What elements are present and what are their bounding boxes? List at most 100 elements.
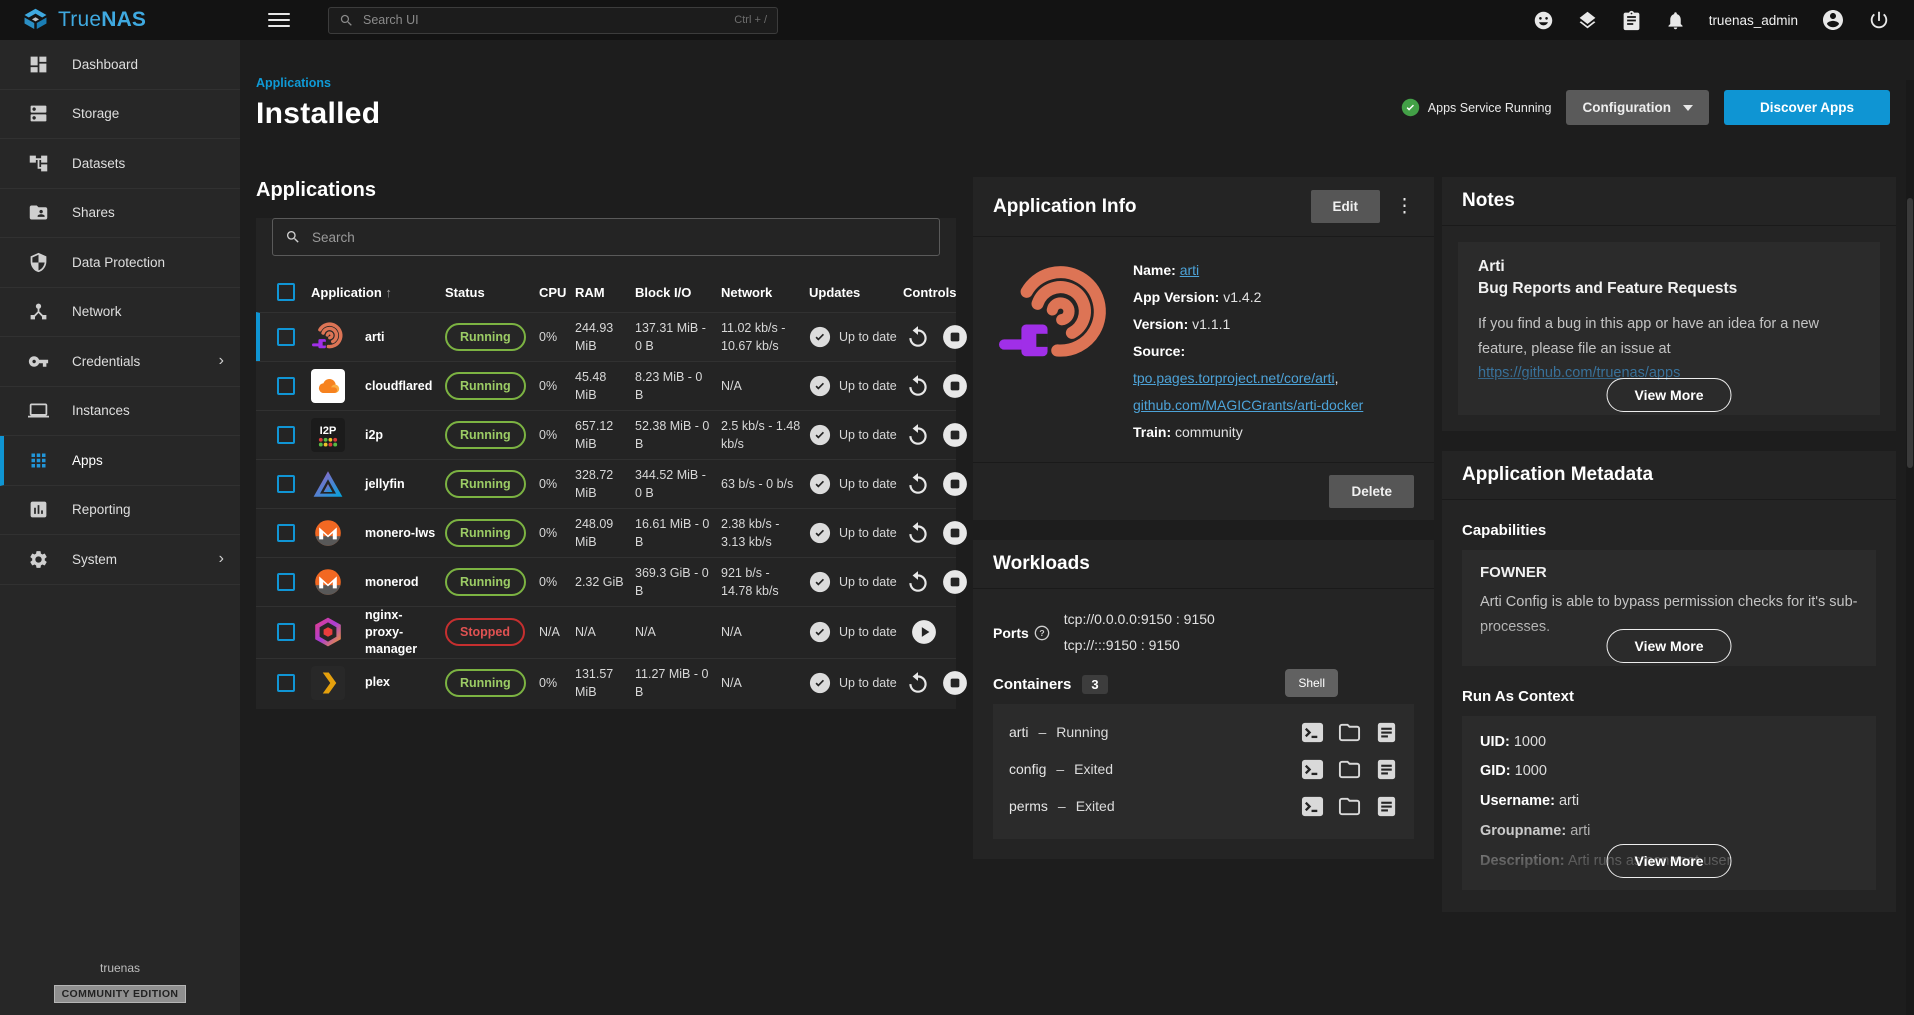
sidebar-item-instances[interactable]: Instances: [0, 387, 240, 437]
jobs-clipboard-icon[interactable]: [1621, 10, 1642, 31]
scrollbar[interactable]: [1906, 80, 1914, 1015]
global-search-input[interactable]: [363, 13, 725, 27]
sidebar-item-datasets[interactable]: Datasets: [0, 139, 240, 189]
sidebar-item-system[interactable]: System ›: [0, 535, 240, 585]
sidebar-item-dashboard[interactable]: Dashboard: [0, 40, 240, 90]
blockio-cell: 8.23 MiB - 0 B: [635, 368, 721, 404]
select-all-checkbox[interactable]: [277, 283, 295, 301]
sidebar-item-apps[interactable]: Apps: [0, 436, 240, 486]
cpu-cell: N/A: [539, 623, 575, 641]
restart-button[interactable]: [905, 324, 931, 350]
breadcrumb[interactable]: Applications: [256, 76, 331, 90]
application-metadata-title: Application Metadata: [1462, 464, 1653, 486]
source-link-torproject[interactable]: tpo.pages.torproject.net/core/arti: [1133, 370, 1335, 386]
row-checkbox[interactable]: [277, 524, 295, 542]
stop-button[interactable]: [942, 422, 968, 448]
run-as-context-card: UID: 1000 GID: 1000 Username: arti Group…: [1462, 716, 1876, 891]
col-blockio[interactable]: Block I/O: [635, 285, 721, 300]
power-icon[interactable]: [1868, 9, 1890, 31]
table-row-nginx-proxy-manager[interactable]: nginx-proxy-manager Stopped N/A N/A N/A …: [256, 606, 956, 658]
container-status: Exited: [1076, 798, 1115, 814]
row-checkbox[interactable]: [277, 426, 295, 444]
logs-button[interactable]: [1375, 721, 1398, 744]
restart-button[interactable]: [905, 569, 931, 595]
stop-button[interactable]: [942, 670, 968, 696]
brand-text: TrueNAS: [58, 8, 146, 32]
restart-button[interactable]: [905, 670, 931, 696]
sidebar-item-network[interactable]: Network: [0, 288, 240, 338]
restart-button[interactable]: [905, 471, 931, 497]
shell-button[interactable]: [1301, 758, 1324, 781]
kebab-menu-icon[interactable]: ⋮: [1395, 197, 1414, 216]
delete-button[interactable]: Delete: [1329, 475, 1414, 508]
app-name-link[interactable]: arti: [1180, 262, 1199, 278]
sidebar-item-storage[interactable]: Storage: [0, 90, 240, 140]
shell-button[interactable]: [1301, 795, 1324, 818]
blockio-cell: 11.27 MiB - 0 B: [635, 665, 721, 701]
feedback-smiley-icon[interactable]: [1533, 10, 1554, 31]
col-ram[interactable]: RAM: [575, 285, 635, 300]
stop-button[interactable]: [942, 569, 968, 595]
cpu-cell: 0%: [539, 426, 575, 444]
scrollbar-thumb[interactable]: [1907, 198, 1913, 468]
notifications-bell-icon[interactable]: [1665, 10, 1686, 31]
truecommand-icon[interactable]: [1577, 10, 1598, 31]
logs-button[interactable]: [1375, 758, 1398, 781]
col-updates[interactable]: Updates: [809, 285, 903, 300]
stop-button[interactable]: [942, 520, 968, 546]
col-network[interactable]: Network: [721, 285, 809, 300]
table-row-jellyfin[interactable]: jellyfin Running 0% 328.72 MiB 344.52 Mi…: [256, 459, 956, 508]
configuration-button[interactable]: Configuration: [1566, 90, 1708, 125]
restart-button[interactable]: [905, 373, 931, 399]
shell-button[interactable]: [1301, 721, 1324, 744]
volumes-folder-button[interactable]: [1338, 758, 1361, 781]
sidebar-item-shares[interactable]: Shares: [0, 189, 240, 239]
table-row-cloudflared[interactable]: cloudflared Running 0% 45.48 MiB 8.23 Mi…: [256, 361, 956, 410]
help-icon[interactable]: ?: [1034, 625, 1050, 641]
source-link-github[interactable]: github.com/MAGICGrants/arti-docker: [1133, 397, 1363, 413]
table-row-monerod[interactable]: monerod Running 0% 2.32 GiB 369.3 GiB - …: [256, 557, 956, 606]
restart-button[interactable]: [905, 520, 931, 546]
stop-button[interactable]: [942, 324, 968, 350]
capabilities-view-more-button[interactable]: View More: [1607, 629, 1732, 663]
stop-button[interactable]: [942, 471, 968, 497]
network-cell: N/A: [721, 674, 809, 692]
table-row-arti[interactable]: arti Running 0% 244.93 MiB 137.31 MiB - …: [256, 312, 956, 361]
logs-button[interactable]: [1375, 795, 1398, 818]
user-avatar-icon[interactable]: [1821, 8, 1845, 32]
edit-button[interactable]: Edit: [1311, 190, 1381, 223]
sidebar-item-reporting[interactable]: Reporting: [0, 486, 240, 536]
col-controls: Controls: [903, 285, 956, 300]
network-cell: N/A: [721, 623, 809, 641]
notes-title: Notes: [1462, 190, 1515, 212]
sidebar-item-credentials[interactable]: Credentials ›: [0, 337, 240, 387]
discover-apps-button[interactable]: Discover Apps: [1724, 90, 1890, 125]
updates-label: Up to date: [839, 477, 897, 491]
table-row-monero-lws[interactable]: monero-lws Running 0% 248.09 MiB 16.61 M…: [256, 508, 956, 557]
row-checkbox[interactable]: [277, 573, 295, 591]
col-application[interactable]: Application ↑: [311, 285, 445, 300]
col-cpu[interactable]: CPU: [539, 285, 575, 300]
row-checkbox[interactable]: [277, 475, 295, 493]
row-checkbox[interactable]: [277, 623, 295, 641]
row-checkbox[interactable]: [277, 377, 295, 395]
table-row-i2p[interactable]: I2P i2p Running 0% 657.12 MiB 52.38 MiB …: [256, 410, 956, 459]
notes-view-more-button[interactable]: View More: [1607, 378, 1732, 412]
apps-search[interactable]: [272, 218, 940, 256]
col-status[interactable]: Status: [445, 285, 539, 300]
table-row-plex[interactable]: plex Running 0% 131.57 MiB 11.27 MiB - 0…: [256, 658, 956, 707]
restart-button[interactable]: [905, 422, 931, 448]
sidebar-item-data-protection[interactable]: Data Protection: [0, 238, 240, 288]
sidebar-item-label: Credentials: [72, 354, 140, 369]
apps-search-input[interactable]: [312, 230, 927, 245]
row-checkbox[interactable]: [277, 674, 295, 692]
run-as-view-more-button[interactable]: View More: [1607, 844, 1732, 878]
start-button[interactable]: [911, 619, 937, 645]
menu-toggle-icon[interactable]: [268, 9, 290, 31]
row-checkbox[interactable]: [277, 328, 295, 346]
stop-button[interactable]: [942, 373, 968, 399]
volumes-folder-button[interactable]: [1338, 795, 1361, 818]
volumes-folder-button[interactable]: [1338, 721, 1361, 744]
global-search[interactable]: Ctrl + /: [328, 7, 778, 34]
truenas-logo[interactable]: TrueNAS: [0, 7, 240, 34]
